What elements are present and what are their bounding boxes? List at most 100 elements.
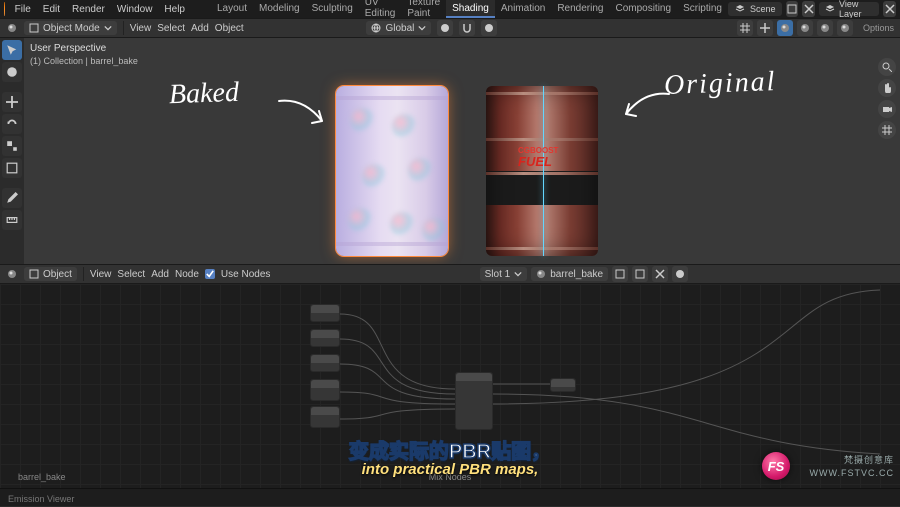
node-output[interactable] bbox=[550, 378, 576, 392]
tool-transform[interactable] bbox=[2, 158, 22, 178]
annotation-original: Original bbox=[663, 66, 777, 102]
pivot-button[interactable] bbox=[437, 20, 453, 36]
node-editor-label-left: barrel_bake bbox=[18, 472, 66, 482]
material-browse-button[interactable] bbox=[612, 266, 628, 282]
menu-window[interactable]: Window bbox=[111, 4, 159, 15]
node[interactable] bbox=[310, 329, 340, 347]
use-nodes-label: Use Nodes bbox=[221, 269, 270, 280]
tab-rendering[interactable]: Rendering bbox=[551, 0, 609, 18]
menu-file[interactable]: File bbox=[9, 4, 37, 15]
viewport-header: Object Mode View Select Add Object Globa… bbox=[0, 18, 900, 38]
viewport-3d[interactable]: User Perspective (1) Collection | barrel… bbox=[24, 38, 900, 264]
chevron-down-icon bbox=[514, 270, 522, 278]
shading-matprev-button[interactable] bbox=[817, 20, 833, 36]
node[interactable] bbox=[310, 304, 340, 322]
viewport-toolbar bbox=[0, 38, 24, 264]
node[interactable] bbox=[310, 354, 340, 372]
object-barrel-original: CGBOOST FUEL bbox=[486, 86, 598, 256]
object-barrel-baked bbox=[336, 86, 448, 256]
material-new-button[interactable] bbox=[632, 266, 648, 282]
scene-new-button[interactable] bbox=[786, 1, 799, 17]
tool-cursor[interactable] bbox=[2, 62, 22, 82]
node[interactable] bbox=[310, 379, 340, 401]
material-name-label: barrel_bake bbox=[550, 269, 603, 280]
tab-uv-editing[interactable]: UV Editing bbox=[359, 0, 402, 18]
globe-icon bbox=[371, 23, 381, 33]
status-label: Emission Viewer bbox=[0, 491, 82, 507]
use-nodes-checkbox[interactable] bbox=[205, 269, 215, 279]
viewlayer-remove-button[interactable] bbox=[883, 1, 896, 17]
tab-compositing[interactable]: Compositing bbox=[609, 0, 677, 18]
shading-mode-dropdown[interactable]: Object bbox=[24, 267, 77, 281]
tool-select[interactable] bbox=[2, 40, 22, 60]
snap-button[interactable] bbox=[459, 20, 475, 36]
gizmo-grid[interactable] bbox=[878, 121, 896, 139]
viewlayer-dropdown[interactable]: View Layer bbox=[819, 2, 879, 16]
viewport-menu-view[interactable]: View bbox=[130, 23, 152, 34]
annotation-baked: Baked bbox=[168, 77, 239, 111]
layers-icon bbox=[825, 3, 835, 15]
chevron-down-icon bbox=[418, 24, 426, 32]
shading-wire-button[interactable] bbox=[777, 20, 793, 36]
tab-modeling[interactable]: Modeling bbox=[253, 0, 306, 18]
orientation-dropdown[interactable]: Global bbox=[366, 21, 431, 35]
material-dropdown[interactable]: barrel_bake bbox=[531, 267, 608, 281]
tab-sculpting[interactable]: Sculpting bbox=[306, 0, 359, 18]
shading-render-button[interactable] bbox=[837, 20, 853, 36]
sphere-icon bbox=[536, 269, 546, 279]
shading-solid-button[interactable] bbox=[797, 20, 813, 36]
scene-remove-button[interactable] bbox=[802, 1, 815, 17]
tool-annotate[interactable] bbox=[2, 188, 22, 208]
arrow-icon bbox=[274, 93, 334, 138]
tool-rotate[interactable] bbox=[2, 114, 22, 134]
gizmo-zoom[interactable] bbox=[878, 58, 896, 76]
tab-shading[interactable]: Shading bbox=[446, 0, 495, 18]
tab-scripting[interactable]: Scripting bbox=[677, 0, 728, 18]
pin-button[interactable] bbox=[672, 266, 688, 282]
orientation-label: Global bbox=[385, 23, 414, 34]
app-logo bbox=[4, 2, 5, 16]
node-menu-select[interactable]: Select bbox=[117, 269, 145, 280]
menu-edit[interactable]: Edit bbox=[37, 4, 66, 15]
gizmo-camera[interactable] bbox=[878, 100, 896, 118]
scene-dropdown[interactable]: Scene bbox=[728, 2, 782, 16]
node-menu-node[interactable]: Node bbox=[175, 269, 199, 280]
node-menu-add[interactable]: Add bbox=[151, 269, 169, 280]
viewlayer-label: View Layer bbox=[839, 0, 873, 19]
proportional-button[interactable] bbox=[481, 20, 497, 36]
node-editor[interactable]: barrel_bake Mix Nodes bbox=[0, 284, 900, 488]
node[interactable] bbox=[310, 406, 340, 428]
status-bar: Emission Viewer bbox=[0, 488, 900, 506]
editor-type-icon[interactable] bbox=[6, 268, 18, 280]
gizmo-button[interactable] bbox=[757, 20, 773, 36]
editor-type-icon[interactable] bbox=[6, 22, 18, 34]
material-slot-dropdown[interactable]: Slot 1 bbox=[480, 267, 528, 281]
workspace-tabs: Layout Modeling Sculpting UV Editing Tex… bbox=[211, 0, 728, 18]
object-path-label: (1) Collection | barrel_bake bbox=[30, 55, 138, 68]
tab-animation[interactable]: Animation bbox=[495, 0, 551, 18]
tool-move[interactable] bbox=[2, 92, 22, 112]
viewport-menu-add[interactable]: Add bbox=[191, 23, 209, 34]
menu-help[interactable]: Help bbox=[158, 4, 191, 15]
arrow-icon bbox=[614, 86, 674, 131]
tool-scale[interactable] bbox=[2, 136, 22, 156]
material-unlink-button[interactable] bbox=[652, 266, 668, 282]
mode-dropdown[interactable]: Object Mode bbox=[24, 21, 117, 35]
menu-render[interactable]: Render bbox=[66, 4, 111, 15]
uv-seam bbox=[543, 86, 544, 256]
node-principled[interactable] bbox=[455, 372, 493, 430]
tool-measure[interactable] bbox=[2, 210, 22, 230]
node-menu-view[interactable]: View bbox=[90, 269, 112, 280]
viewport-menu-select[interactable]: Select bbox=[157, 23, 185, 34]
options-label[interactable]: Options bbox=[863, 23, 894, 33]
scene-icon bbox=[734, 3, 746, 15]
overlay-button[interactable] bbox=[737, 20, 753, 36]
tab-texture-paint[interactable]: Texture Paint bbox=[401, 0, 446, 18]
perspective-label: User Perspective bbox=[30, 42, 138, 55]
node-wires bbox=[0, 284, 900, 488]
viewport-menu-object[interactable]: Object bbox=[215, 23, 244, 34]
gizmo-pan[interactable] bbox=[878, 79, 896, 97]
tab-layout[interactable]: Layout bbox=[211, 0, 253, 18]
slot-label: Slot 1 bbox=[485, 269, 511, 280]
chevron-down-icon bbox=[104, 24, 112, 32]
